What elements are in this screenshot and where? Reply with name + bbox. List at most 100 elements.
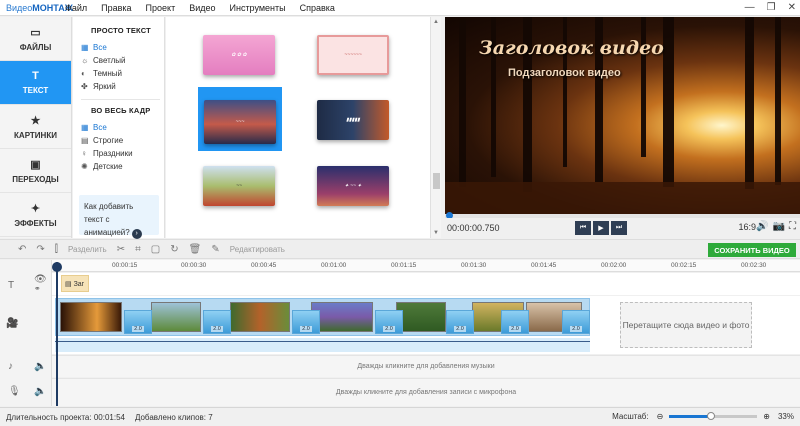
duration-value: 00:01:54	[93, 412, 125, 422]
title-thumb-4[interactable]: ▮▮▮▮▮	[317, 100, 389, 140]
video-track[interactable]: 2.0 2.0 2.0 2.0 2.0 2.0 2.0 Перетащите с…	[52, 296, 800, 354]
zoom-slider-knob[interactable]	[706, 412, 715, 420]
save-video-button[interactable]: СОХРАНИТЬ ВИДЕО	[708, 243, 796, 257]
menu-help[interactable]: Справка	[293, 3, 342, 13]
minimize-icon[interactable]: —	[745, 2, 755, 13]
close-icon[interactable]: ✕	[788, 2, 796, 13]
delete-icon[interactable]: 🗑	[189, 244, 202, 255]
title-thumb-2[interactable]: ~~~~~~	[317, 35, 389, 75]
zoom-in-icon[interactable]: ⊕	[763, 412, 770, 421]
flower-icon: ✤	[81, 82, 88, 91]
next-frame-button[interactable]: ⏭	[611, 221, 627, 235]
timeline-ruler[interactable]: 00:00:15 00:00:30 00:00:45 00:01:00 00:0…	[52, 260, 800, 272]
playhead[interactable]	[52, 262, 62, 406]
mic-volume-icon[interactable]: 🔈	[34, 386, 46, 397]
category-light[interactable]: ☼ Светлый	[81, 54, 164, 67]
category-all-fullframe[interactable]: ▦ Все	[81, 121, 164, 134]
video-clips: 2.0 2.0 2.0 2.0 2.0 2.0 2.0	[55, 298, 590, 336]
ruler-tick: 00:00:45	[251, 262, 277, 269]
menu-file[interactable]: Файл	[58, 3, 94, 13]
title-thumb-5[interactable]: ~~	[203, 166, 275, 206]
transition-1[interactable]: 2.0	[124, 310, 152, 334]
scroll-thumb[interactable]	[433, 173, 440, 189]
menu-edit[interactable]: Правка	[94, 3, 138, 13]
category-holidays[interactable]: ♀ Праздники	[81, 147, 164, 160]
title-thumb-6[interactable]: ✦ ~~ ✦	[317, 166, 389, 206]
play-button[interactable]: ▶	[593, 221, 609, 235]
nav-transitions[interactable]: ▣ ПЕРЕХОДЫ	[0, 149, 71, 193]
frame-icon[interactable]: ▢	[151, 244, 160, 255]
category-dark[interactable]: ◐ Темный	[81, 67, 164, 80]
menu-project[interactable]: Проект	[139, 3, 183, 13]
category-kids[interactable]: ✺ Детские	[81, 160, 164, 173]
menu-bar: Файл Правка Проект Видео Инструменты Спр…	[58, 3, 342, 13]
ruler-tick: 00:01:30	[461, 262, 487, 269]
snapshot-icon[interactable]: 📷	[773, 221, 785, 232]
zoom-value: 33%	[777, 412, 794, 421]
redo-icon[interactable]: ↷	[36, 244, 44, 255]
ruler-tick: 00:00:15	[112, 262, 138, 269]
title-bar: ВидеоМОНТАЖ Файл Правка Проект Видео Инс…	[0, 0, 800, 16]
clip-4[interactable]	[311, 302, 373, 332]
transition-4[interactable]: 2.0	[375, 310, 403, 334]
menu-video[interactable]: Видео	[182, 3, 222, 13]
clip-5[interactable]	[396, 302, 446, 332]
music-track[interactable]: Дважды кликните для добавления музыки	[52, 355, 800, 377]
gallery-scrollbar[interactable]: ▲ ▼	[430, 17, 441, 238]
zoom-out-icon[interactable]: ⊖	[657, 412, 664, 421]
drop-zone[interactable]: Перетащите сюда видео и фото	[620, 302, 752, 348]
status-bar: Длительность проекта: 00:01:54 Добавлено…	[0, 407, 800, 426]
transition-2[interactable]: 2.0	[203, 310, 231, 334]
prev-frame-button[interactable]: ⏮	[575, 221, 591, 235]
undo-icon[interactable]: ↶	[18, 244, 26, 255]
category-bright[interactable]: ✤ Яркий	[81, 80, 164, 93]
maximize-icon[interactable]: ❐	[767, 2, 776, 13]
ruler-tick: 00:01:00	[321, 262, 347, 269]
zoom-control: Масштаб: ⊖ ⊕ 33%	[612, 412, 794, 421]
title-clip[interactable]: ▤ Заг	[61, 275, 89, 292]
rotate-icon[interactable]: ↻	[170, 244, 178, 255]
title-track[interactable]: ▤ Заг	[52, 273, 800, 295]
transition-5[interactable]: 2.0	[446, 310, 474, 334]
category-strict[interactable]: ▤ Строгие	[81, 134, 164, 147]
category-all-plain[interactable]: ▦ Все	[81, 41, 164, 54]
clip-1[interactable]	[60, 302, 122, 332]
player-controls: 00:00:00.750 ⏮ ▶ ⏭ 16:9 🔊 📷 ⛶	[445, 218, 800, 238]
crop-icon[interactable]: ⌗	[135, 244, 141, 255]
nav-text[interactable]: T ТЕКСТ	[0, 61, 71, 105]
mic-track[interactable]: Дважды кликните для добавления записи с …	[52, 378, 800, 406]
clip-volume-line[interactable]	[55, 338, 590, 352]
clapper-icon: ▤	[81, 136, 89, 145]
transition-3[interactable]: 2.0	[292, 310, 320, 334]
edit-icon[interactable]: ✎	[211, 244, 219, 255]
howto-tip[interactable]: Как добавить текст с анимацией? ›	[79, 195, 159, 239]
scroll-down-icon[interactable]: ▼	[433, 230, 439, 236]
edit-button[interactable]: Редактировать	[230, 245, 285, 254]
zoom-slider[interactable]	[669, 412, 758, 420]
fullscreen-icon[interactable]: ⛶	[789, 221, 796, 232]
split-icon[interactable]: ⫿	[55, 244, 58, 255]
title-thumb-3[interactable]: ~~~	[204, 100, 276, 144]
nav-files[interactable]: ▭ ФАЙЛЫ	[0, 17, 71, 61]
text-icon: T	[32, 70, 39, 82]
volume-icon[interactable]: 🔊	[756, 221, 768, 232]
aspect-ratio[interactable]: 16:9	[738, 222, 756, 232]
music-icon: ♪	[8, 361, 13, 372]
clip-3[interactable]	[230, 302, 290, 332]
menu-tools[interactable]: Инструменты	[223, 3, 293, 13]
link-icon[interactable]: ⚭	[34, 284, 41, 293]
scroll-up-icon[interactable]: ▲	[433, 19, 439, 25]
playhead-knob[interactable]	[52, 262, 62, 272]
split-button[interactable]: Разделить	[68, 245, 107, 254]
nav-effects[interactable]: ✦ ЭФФЕКТЫ	[0, 193, 71, 237]
music-volume-icon[interactable]: 🔈	[34, 361, 46, 372]
clip-2[interactable]	[151, 302, 201, 332]
title-thumb-1[interactable]: ✿ ✿ ✿	[203, 35, 275, 75]
transition-7[interactable]: 2.0	[562, 310, 590, 334]
transition-6[interactable]: 2.0	[501, 310, 529, 334]
video-preview[interactable]: Заголовок видео Подзаголовок видео	[445, 17, 800, 214]
scissors-icon[interactable]: ✂	[117, 244, 125, 255]
ruler-tick: 00:02:00	[601, 262, 627, 269]
divider	[81, 99, 160, 100]
nav-pictures[interactable]: ★ КАРТИНКИ	[0, 105, 71, 149]
